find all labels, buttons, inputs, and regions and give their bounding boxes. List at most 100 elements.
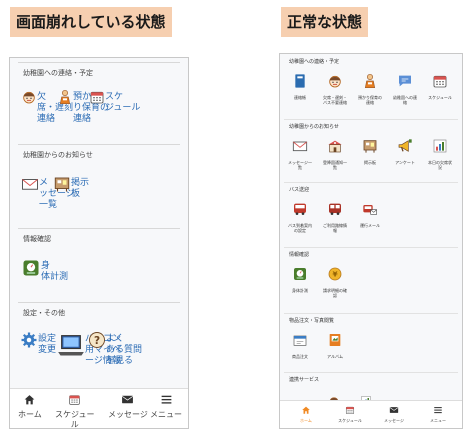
question-icon: ? — [88, 331, 106, 353]
section-title: 幼稚園への連絡・予定 — [23, 69, 93, 77]
nav-calendar[interactable]: スケジュー ル — [55, 393, 95, 429]
chat-icon — [389, 73, 421, 93]
menu-item[interactable]: メッセージ一 覧 — [284, 138, 316, 170]
menu-item-label: スケ ジュール — [105, 92, 141, 113]
menu-item-label: 身 体計測 — [41, 261, 69, 282]
home-icon — [288, 405, 324, 417]
menu-item-label: よく ある質問 を見る — [106, 334, 143, 366]
section-title: 幼稚園からのお知らせ — [23, 151, 93, 159]
section-title: 物品注文・写真閲覧 — [289, 318, 335, 324]
menu-item-label: 幼稚園への連 絡 — [393, 95, 417, 105]
phone-broken-layout: 幼稚園への連絡・予定欠 席・遅刻 連絡 預か り保育の 連絡 スケ ジュール 幼稚園か… — [9, 57, 189, 429]
menu-item-label: 掲示 板 — [71, 178, 90, 199]
bottom-nav: ホーム スケジュール メッセージ メニュー — [280, 400, 462, 428]
nav-mail[interactable]: メッセージ — [376, 405, 412, 424]
section-title: 幼稚園からのお知らせ — [289, 124, 339, 130]
menu-item-label: メッセージ一 覧 — [288, 160, 312, 170]
menu-item[interactable]: 運行メール — [354, 201, 386, 228]
menu-item-label: 登降園通知一 覧 — [323, 160, 347, 170]
scale-icon — [21, 258, 41, 282]
bus-mail-icon — [354, 201, 386, 221]
section-title: 幼稚園への連絡・予定 — [289, 59, 340, 65]
nav-home[interactable]: ホーム — [18, 393, 42, 420]
menu-item-label: バス到着案内 の設定 — [288, 223, 312, 233]
section-title: 情報確認 — [23, 235, 51, 243]
menu-item-label: 掲示板 — [364, 160, 376, 165]
menu-item[interactable]: ¥ 請求明細の確 認 — [319, 266, 351, 298]
calendar-icon — [332, 405, 368, 417]
nav-home[interactable]: ホーム — [288, 405, 324, 424]
nav-mail[interactable]: メッセージ — [108, 393, 148, 420]
scale-icon — [284, 266, 316, 286]
menu-item-broken[interactable]: 掲示 板 — [53, 175, 89, 200]
menu-item[interactable]: 商品注文 — [284, 332, 316, 359]
section-title: バス送迎 — [289, 187, 310, 193]
notebook-icon — [284, 73, 316, 93]
menu-icon — [420, 405, 456, 417]
envelope-icon — [284, 138, 316, 158]
nav-calendar[interactable]: スケジュール — [332, 405, 368, 424]
nav-label: メニュー — [430, 418, 446, 423]
menu-item-label: 身体計測 — [292, 288, 308, 293]
menu-item-label: 商品注文 — [292, 354, 308, 359]
section-divider — [284, 313, 458, 314]
bus-route-icon — [319, 201, 351, 221]
megaphone-icon — [389, 138, 421, 158]
menu-item[interactable]: 預かり保育の 連絡 — [354, 73, 386, 105]
bus-icon — [284, 201, 316, 221]
menu-item[interactable]: スケジュール — [424, 73, 456, 100]
menu-item-label: 請求明細の確 認 — [323, 288, 347, 298]
menu-item-broken[interactable]: 身 体計測 — [21, 258, 68, 283]
album-icon — [319, 332, 351, 352]
section-divider — [18, 302, 180, 303]
section-divider — [284, 372, 458, 373]
menu-item[interactable]: バス到着案内 の設定 — [284, 201, 316, 233]
menu-item-label: スケジュール — [428, 95, 452, 100]
calendar-icon — [55, 393, 94, 409]
menu-item[interactable]: ご利用路線情 報 — [319, 201, 351, 233]
menu-item-broken[interactable]: スケ ジュール — [89, 89, 140, 114]
nav-label: スケジュール — [338, 418, 362, 423]
menu-item[interactable]: 身体計測 — [284, 266, 316, 293]
board-icon — [53, 175, 71, 197]
menu-item-broken[interactable]: ? よく ある質問 を見る — [88, 331, 142, 367]
home-icon — [18, 393, 42, 409]
section-divider — [18, 228, 180, 229]
menu-item[interactable]: 登降園通知一 覧 — [319, 138, 351, 170]
child-icon — [354, 73, 386, 93]
caption-normal-state: 正常な状態 — [281, 7, 369, 37]
menu-item-label: 設定 変更 — [38, 334, 57, 355]
menu-item[interactable]: アンケート — [389, 138, 421, 165]
school-icon — [319, 138, 351, 158]
board-icon — [354, 138, 386, 158]
svg-text:?: ? — [94, 335, 100, 347]
menu-item[interactable]: 連絡帳 — [284, 73, 316, 100]
cart-icon — [284, 332, 316, 352]
nav-label: ホーム — [300, 418, 312, 423]
section-divider — [18, 144, 180, 145]
nav-menu[interactable]: メニュー — [420, 405, 456, 424]
calendar-icon — [424, 73, 456, 93]
mail-icon — [108, 393, 148, 409]
section-divider — [284, 119, 458, 120]
menu-item[interactable]: 欠席・遅刻・ バス不要連絡 — [319, 73, 351, 105]
nav-label: メッセージ — [108, 410, 148, 419]
menu-icon — [150, 393, 182, 409]
menu-item-label: 預かり保育の 連絡 — [358, 95, 382, 105]
phone-normal-layout: 幼稚園への連絡・予定連絡帳 欠席・遅刻・ バス不要連絡 預かり保育の 連絡 幼稚園への… — [279, 53, 463, 429]
menu-item-label: 本日の欠席状 況 — [428, 160, 452, 170]
caption-broken-state: 画面崩れしている状態 — [10, 7, 172, 37]
menu-item[interactable]: アルバム — [319, 332, 351, 359]
nav-label: スケジュー ル — [55, 410, 95, 429]
nav-menu[interactable]: メニュー — [150, 393, 182, 420]
section-title: 情報確認 — [289, 252, 310, 258]
menu-item-broken[interactable]: 設定 変更 — [20, 331, 56, 356]
menu-item[interactable]: 幼稚園への連 絡 — [389, 73, 421, 105]
menu-item-label: アンケート — [395, 160, 415, 165]
face-icon — [21, 89, 37, 109]
menu-item[interactable]: 掲示板 — [354, 138, 386, 165]
svg-text:¥: ¥ — [332, 270, 338, 279]
menu-item[interactable]: 本日の欠席状 況 — [424, 138, 456, 170]
menu-item-label: ご利用路線情 報 — [323, 223, 347, 233]
nav-label: ホーム — [18, 410, 42, 419]
